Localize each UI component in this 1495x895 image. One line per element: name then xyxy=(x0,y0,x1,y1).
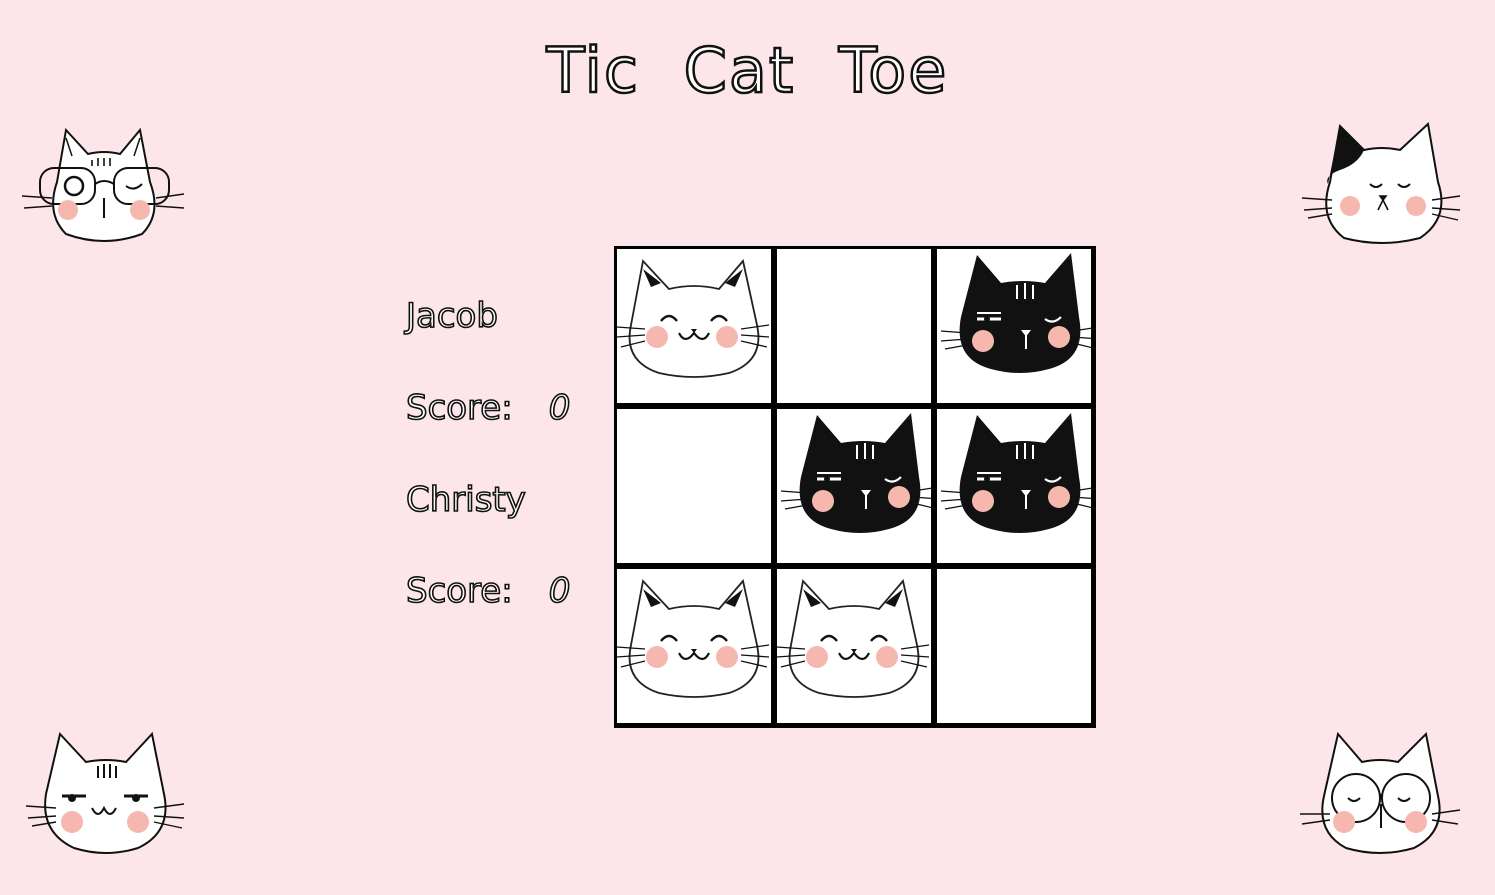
white-cat-icon xyxy=(617,579,770,698)
board-cell-1-2[interactable] xyxy=(937,409,1091,563)
patched-cat-icon xyxy=(1301,122,1461,244)
board-cell-0-1[interactable] xyxy=(777,249,931,403)
player-2-score-value: 0 xyxy=(548,570,571,612)
white-cat-icon xyxy=(617,259,770,378)
board-cell-0-2[interactable] xyxy=(937,249,1091,403)
player-1-name: Jacob xyxy=(405,295,499,337)
board-cell-1-0[interactable] xyxy=(617,409,771,563)
white-cat-icon xyxy=(777,579,930,698)
player-2-name: Christy xyxy=(405,479,526,521)
player-2-score-label: Score: xyxy=(405,570,513,612)
black-cat-icon xyxy=(940,253,1091,373)
cat-with-glasses-icon xyxy=(22,127,185,242)
black-cat-icon xyxy=(940,413,1091,533)
striped-cat-icon xyxy=(26,731,185,854)
board-cell-2-0[interactable] xyxy=(617,569,771,723)
board-cell-2-2[interactable] xyxy=(937,569,1091,723)
game-title: Tic Cat Toe xyxy=(545,33,949,109)
black-cat-icon xyxy=(780,413,931,533)
player-2-score-row: Score: 0 xyxy=(405,570,571,612)
board-cell-2-1[interactable] xyxy=(777,569,931,723)
player-1-score-label: Score: xyxy=(405,387,513,429)
board-cell-0-0[interactable] xyxy=(617,249,771,403)
cat-with-round-glasses-icon xyxy=(1300,731,1461,854)
game-board xyxy=(614,246,1096,728)
player-1-score-row: Score: 0 xyxy=(405,387,571,429)
player-1-score-value: 0 xyxy=(548,387,571,429)
board-cell-1-1[interactable] xyxy=(777,409,931,563)
